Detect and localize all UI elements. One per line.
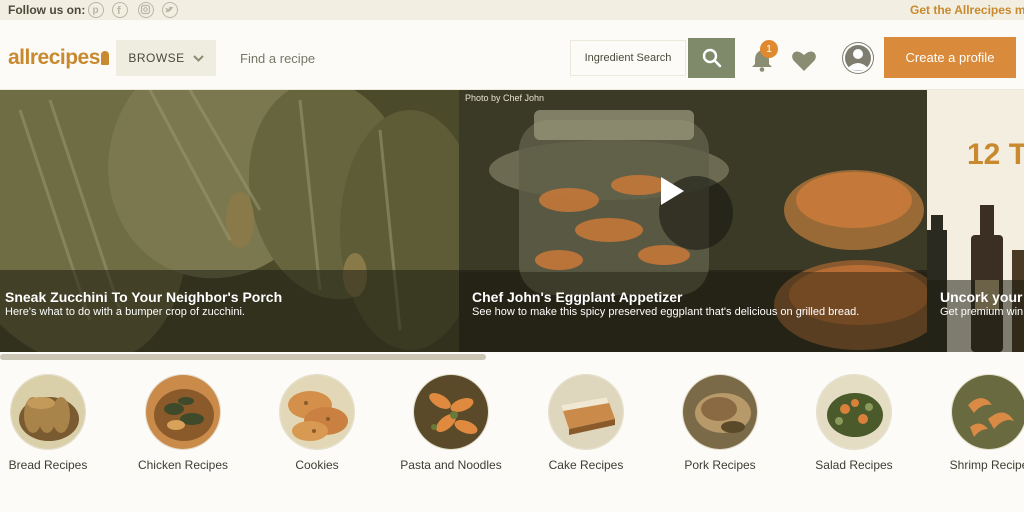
chicken-image [145,374,221,450]
category-label: Pasta and Noodles [400,458,502,472]
category-cookies[interactable]: Cookies [257,374,377,473]
social-bar: Follow us on: p f Get the Allrecipes ma [0,0,1024,20]
cake-image [548,374,624,450]
allrecipes-logo[interactable]: allrecipes [8,46,109,70]
favorites-button[interactable] [791,50,817,77]
category-pork[interactable]: Pork Recipes [660,374,780,473]
create-profile-button[interactable]: Create a profile [884,37,1016,78]
hero-slide-eggplant[interactable]: Photo by Chef John Chef John's Eggplant … [459,90,927,352]
profile-avatar[interactable] [842,42,874,74]
carousel-progress-fill [0,354,487,360]
search-button[interactable] [688,38,735,78]
site-header: allrecipes BROWSE Ingredient Search 1 Cr… [0,20,1024,90]
logo-spoon-icon [100,51,109,65]
salad-image [816,374,892,450]
ingredient-search-label: Ingredient Search [584,52,672,64]
category-cake[interactable]: Cake Recipes [526,374,646,473]
pork-image [682,374,758,450]
cookies-image [279,374,355,450]
find-recipe-input[interactable] [240,51,440,66]
category-salad[interactable]: Salad Recipes [794,374,914,473]
browse-label: BROWSE [128,51,185,65]
svg-text:p: p [93,5,99,16]
browse-menu-button[interactable]: BROWSE [116,40,216,76]
pasta-image [413,374,489,450]
hero-slide-zucchini[interactable]: Sneak Zucchini To Your Neighbor's Porch … [0,90,459,352]
bread-image [10,374,86,450]
category-label: Chicken Recipes [137,458,229,472]
category-chicken[interactable]: Chicken Recipes [123,374,243,473]
hero-carousel: Sneak Zucchini To Your Neighbor's Porch … [0,90,1024,352]
notification-badge: 1 [760,40,778,58]
chevron-down-icon [192,54,204,62]
photo-credit: Photo by Chef John [465,93,545,103]
category-strip: Bread Recipes Chicken Recipes Cookies Pa… [0,370,1024,512]
category-shrimp[interactable]: Shrimp Recipe [929,374,1024,473]
hero-slide-subtitle: Here's what to do with a bumper crop of … [5,306,245,318]
svg-text:f: f [117,5,121,16]
category-label: Shrimp Recipe [949,458,1024,472]
instagram-icon[interactable] [138,2,154,18]
promo-number: 12 T [967,138,1024,171]
hero-slide-title[interactable]: Sneak Zucchini To Your Neighbor's Porch [5,289,282,305]
carousel-progress[interactable] [0,354,1024,360]
hero-slide-title[interactable]: Uncork your s [940,289,1024,305]
facebook-icon[interactable]: f [112,2,128,18]
hero-slide-subtitle: Get premium win [940,306,1024,318]
create-profile-label: Create a profile [905,50,995,65]
play-icon [661,177,684,205]
pinterest-icon[interactable]: p [88,2,104,18]
user-icon [843,43,873,73]
category-label: Cookies [295,458,339,472]
play-video-button[interactable] [659,176,733,250]
twitter-icon[interactable] [162,2,178,18]
category-label: Salad Recipes [815,458,893,472]
category-label: Cake Recipes [548,458,624,472]
hero-slide-subtitle: See how to make this spicy preserved egg… [472,306,860,318]
category-label: Pork Recipes [684,458,756,472]
category-pasta[interactable]: Pasta and Noodles [391,374,511,473]
category-label: Bread Recipes [8,458,88,472]
search-icon [702,48,721,68]
follow-us-label: Follow us on: [8,3,86,17]
hero-slide-wine[interactable]: 12 T Uncork your s Get premium win [927,90,1024,352]
heart-icon [792,51,816,71]
get-app-link[interactable]: Get the Allrecipes ma [910,3,1024,17]
logo-text: allrecipes [8,46,100,69]
hero-slide-title[interactable]: Chef John's Eggplant Appetizer [472,289,683,305]
shrimp-image [951,374,1024,450]
category-bread[interactable]: Bread Recipes [0,374,108,473]
ingredient-search-button[interactable]: Ingredient Search [570,40,686,76]
